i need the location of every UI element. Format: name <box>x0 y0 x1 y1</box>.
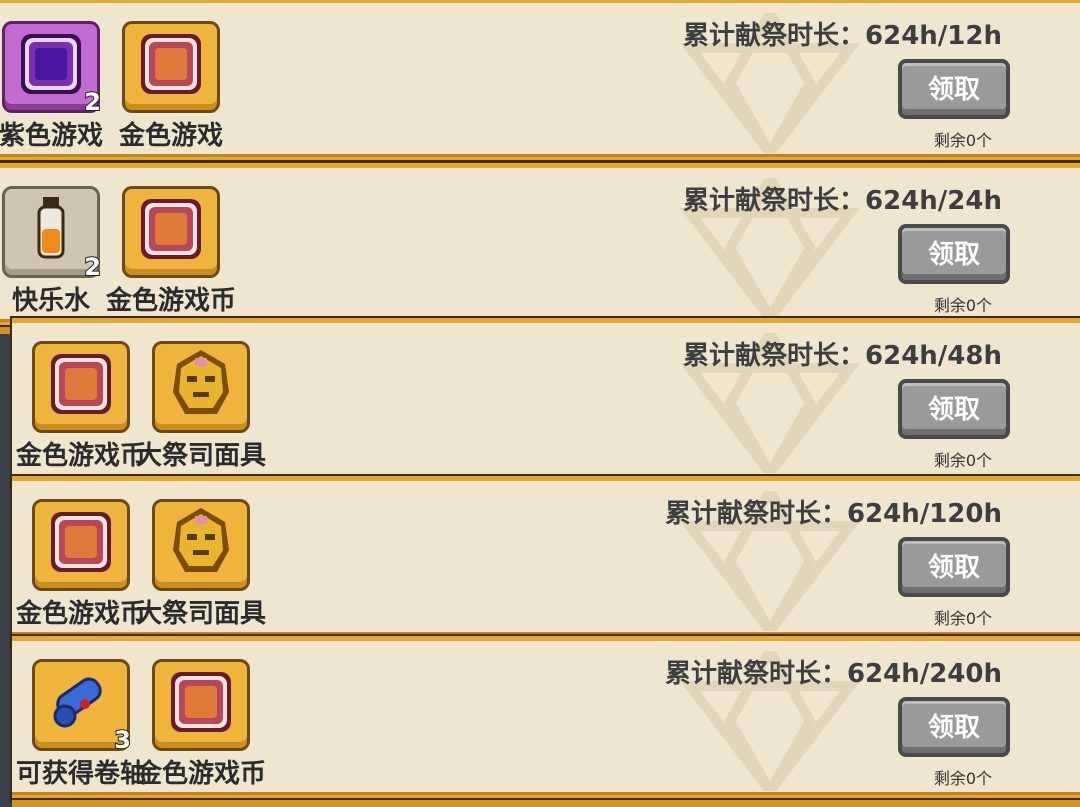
priest-mask-icon <box>173 350 229 414</box>
gold-coin-icon <box>141 199 201 259</box>
item-slot <box>152 659 250 751</box>
reward-item[interactable]: 金色游戏币 <box>136 659 266 790</box>
reward-row: 金色游戏币 大祭司面具 累计献祭时长：624h/120h 领取 剩余0个 <box>12 476 1080 647</box>
item-label: 金色游戏币 <box>16 599 146 629</box>
reward-item[interactable]: 金色游戏币 <box>16 341 146 472</box>
item-label: 可获得卷轴 <box>16 759 146 789</box>
item-count: 2 <box>83 87 102 117</box>
gold-coin-icon <box>51 512 111 572</box>
claim-button[interactable]: 领取 <box>898 59 1010 119</box>
reward-item[interactable]: 金色游戏 <box>116 21 226 152</box>
item-slot <box>32 341 130 433</box>
sacrifice-progress-text: 累计献祭时长：624h/120h <box>664 499 1002 529</box>
reward-item[interactable]: 2 紫色游戏 <box>0 21 106 152</box>
item-slot <box>152 499 250 591</box>
gold-coin-icon <box>141 34 201 94</box>
item-label: 紫色游戏 <box>0 121 103 151</box>
item-label: 金色游戏 <box>118 121 223 151</box>
item-label: 大祭司面具 <box>136 441 266 471</box>
item-slot: 2 <box>2 21 102 117</box>
item-slot <box>152 341 250 433</box>
remaining-count: 剩余0个 <box>933 609 992 628</box>
item-label: 大祭司面具 <box>136 599 266 629</box>
item-label: 金色游戏币 <box>16 441 146 471</box>
reward-item[interactable]: 2 快乐水 <box>0 186 106 317</box>
gold-coin-icon <box>171 672 231 732</box>
item-label: 快乐水 <box>11 286 90 316</box>
scroll-icon <box>52 673 106 728</box>
sacrifice-reward-list: 2 紫色游戏 金色游戏 累计献祭时长：624h/12h 领取 剩余0个 2 快乐… <box>0 0 1080 807</box>
happy-water-bottle-icon <box>37 195 65 259</box>
remaining-count: 剩余0个 <box>933 769 992 788</box>
claim-button[interactable]: 领取 <box>898 537 1010 597</box>
item-slot <box>122 186 220 278</box>
reward-row: 金色游戏币 大祭司面具 累计献祭时长：624h/48h 领取 剩余0个 <box>12 318 1080 489</box>
sacrifice-progress-text: 累计献祭时长：624h/48h <box>683 341 1002 371</box>
claim-button[interactable]: 领取 <box>898 379 1010 439</box>
item-label: 金色游戏币 <box>136 759 266 789</box>
item-count: 2 <box>83 252 102 282</box>
reward-item[interactable]: 金色游戏币 <box>16 499 146 630</box>
item-count: 3 <box>113 725 132 755</box>
claim-button[interactable]: 领取 <box>898 697 1010 757</box>
priest-mask-icon <box>173 508 229 572</box>
claim-button[interactable]: 领取 <box>898 224 1010 284</box>
remaining-count: 剩余0个 <box>933 131 992 150</box>
gold-coin-icon <box>51 354 111 414</box>
sacrifice-progress-text: 累计献祭时长：624h/240h <box>664 659 1002 689</box>
item-slot <box>122 21 220 113</box>
item-slot <box>32 499 130 591</box>
item-slot: 3 <box>32 659 132 755</box>
sacrifice-progress-text: 累计献祭时长：624h/12h <box>683 21 1002 51</box>
sacrifice-progress-text: 累计献祭时长：624h/24h <box>683 186 1002 216</box>
remaining-count: 剩余0个 <box>933 296 992 315</box>
reward-row: 2 快乐水 金色游戏币 累计献祭时长：624h/24h 领取 剩余0个 <box>0 163 1080 334</box>
reward-row: 3 可获得卷轴 金色游戏币 累计献祭时长：624h/240h 领取 剩余0个 <box>12 636 1080 807</box>
item-label: 金色游戏币 <box>106 286 236 316</box>
reward-item[interactable]: 金色游戏币 <box>106 186 236 317</box>
item-slot: 2 <box>2 186 102 282</box>
reward-item[interactable]: 大祭司面具 <box>136 341 266 472</box>
remaining-count: 剩余0个 <box>933 451 992 470</box>
reward-item[interactable]: 3 可获得卷轴 <box>16 659 146 790</box>
reward-row: 2 紫色游戏 金色游戏 累计献祭时长：624h/12h 领取 剩余0个 <box>0 0 1080 169</box>
reward-item[interactable]: 大祭司面具 <box>136 499 266 630</box>
purple-coin-icon <box>21 34 81 94</box>
